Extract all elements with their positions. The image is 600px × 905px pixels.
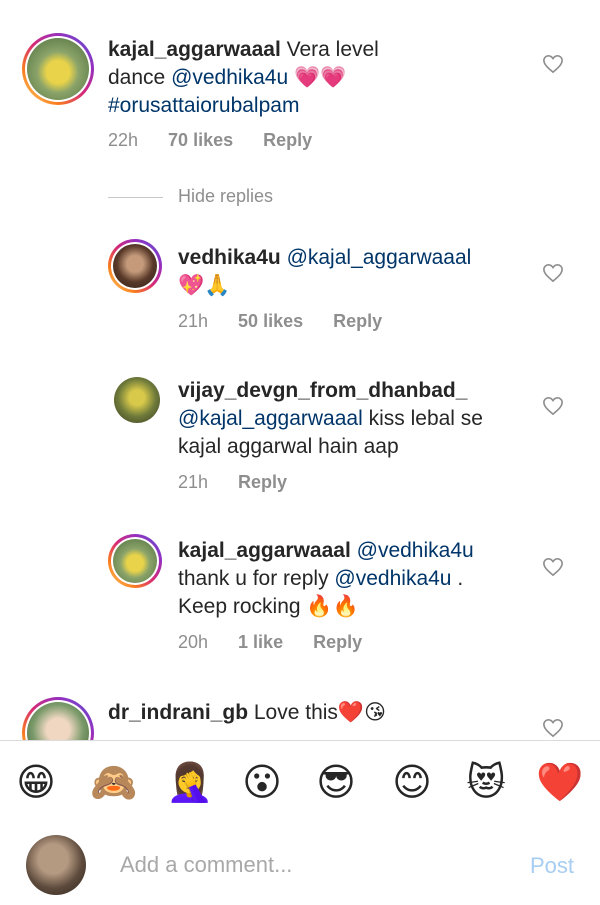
comment-emoji: ❤️😘	[337, 701, 386, 724]
comment-composer: Post	[0, 823, 600, 905]
current-user-avatar	[26, 835, 86, 895]
sunglasses-face-emoji-icon[interactable]: 😎	[312, 759, 360, 807]
comment-text: dr_indrani_gb Love this❤️😘	[108, 699, 438, 727]
comment-item: dr_indrani_gb Love this❤️😘	[0, 0, 600, 740]
grinning-face-emoji-icon[interactable]: 😁	[12, 759, 60, 807]
red-heart-emoji-icon[interactable]: ❤️	[536, 759, 584, 807]
emoji-quick-bar: 😁 🙈 🤦‍♀️ 😮 😎 😊 😻 ❤️	[0, 740, 600, 824]
comment-body: Love this	[248, 701, 338, 724]
post-button[interactable]: Post	[530, 853, 574, 879]
see-no-evil-monkey-emoji-icon[interactable]: 🙈	[90, 759, 138, 807]
facepalm-emoji-icon[interactable]: 🤦‍♀️	[166, 759, 214, 807]
avatar[interactable]	[22, 697, 94, 740]
smiling-face-emoji-icon[interactable]: 😊	[388, 759, 436, 807]
heart-eyes-cat-emoji-icon[interactable]: 😻	[462, 759, 510, 807]
comment-input[interactable]	[118, 847, 502, 883]
comment-username[interactable]: dr_indrani_gb	[108, 701, 248, 724]
surprised-face-emoji-icon[interactable]: 😮	[238, 759, 286, 807]
like-heart-icon[interactable]	[542, 718, 564, 738]
